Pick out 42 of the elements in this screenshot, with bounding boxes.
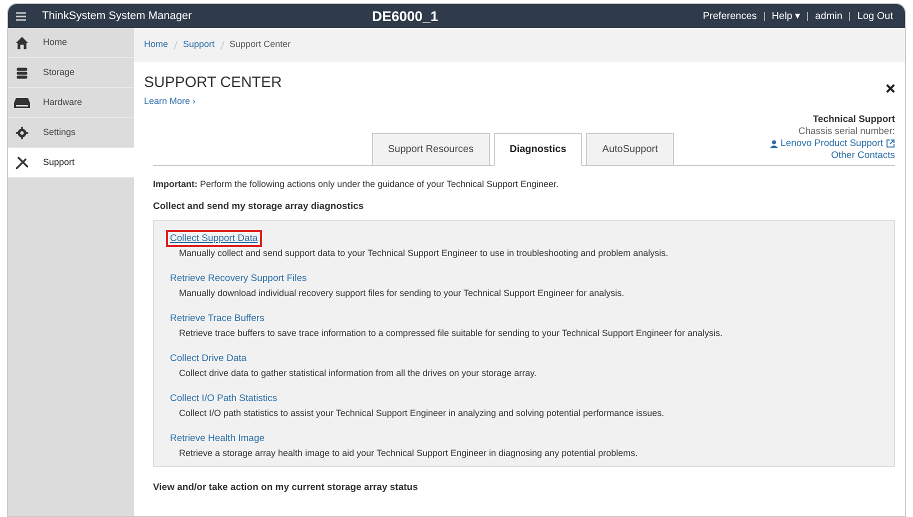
breadcrumb-link[interactable]: Support — [183, 38, 215, 52]
breadcrumb-link[interactable]: Home — [144, 38, 168, 52]
action-link[interactable]: Retrieve Health Image — [166, 430, 269, 448]
action-description: Collect drive data to gather statistical information from all the drives on your storage array. — [179, 367, 536, 380]
database-icon — [15, 66, 29, 80]
home-icon — [15, 36, 29, 50]
action-description: Manually collect and send support data to your Technical Support Engineer to use in troubleshooting and problem analysis. — [179, 247, 668, 260]
action-description: Manually download individual recovery support files for sending to your Technical Support Engineer for analysis. — [179, 287, 624, 300]
action-link[interactable]: Collect Drive Data — [166, 350, 251, 368]
breadcrumb-current: Support Center — [230, 38, 291, 52]
tab[interactable]: AutoSupport — [586, 132, 674, 166]
action-link[interactable]: Collect Support Data — [166, 230, 262, 248]
section-heading: Collect and send my storage array diagnostics — [153, 200, 365, 214]
action-description: Collect I/O path statistics to assist your Technical Support Engineer in analyzing and solving potential performance issues. — [179, 407, 664, 420]
sidebar-item[interactable]: Support — [8, 148, 134, 178]
drive-icon — [13, 96, 31, 110]
page-title: SUPPORT CENTER — [144, 74, 282, 92]
other-contacts-link[interactable]: Other Contacts — [831, 150, 895, 162]
technical-support-heading: Technical Support — [812, 114, 895, 126]
app-name: ThinkSystem System Manager — [42, 8, 193, 24]
action-link[interactable]: Retrieve Recovery Support Files — [166, 270, 311, 288]
external-link-icon — [886, 139, 895, 148]
header-link[interactable]: admin — [815, 8, 842, 24]
serial-number-label: Chassis serial number: — [798, 126, 895, 138]
action-description: Retrieve trace buffers to save trace information to a compressed file suitable for sending to your Technical Support Engineer for analysis. — [179, 327, 722, 340]
tab[interactable]: Support Resources — [372, 132, 490, 166]
person-icon — [770, 140, 778, 148]
header-link[interactable]: Help ▾ — [772, 8, 800, 24]
important-note: Important: Perform the following actions only under the guidance of your Technical Support Engineer. — [153, 178, 559, 188]
action-description: Retrieve a storage array health image to aid your Technical Support Engineer in diagnosing any potential problems. — [179, 447, 638, 460]
action-link[interactable]: Collect I/O Path Statistics — [166, 390, 282, 408]
close-icon[interactable] — [886, 84, 895, 93]
header-link[interactable]: Log Out — [857, 8, 893, 24]
menu-icon[interactable] — [16, 12, 26, 20]
product-support-link[interactable]: Lenovo Product Support — [780, 138, 883, 150]
settings-icon — [15, 126, 29, 140]
tab[interactable]: Diagnostics — [494, 132, 582, 166]
header-link[interactable]: Preferences — [702, 8, 757, 24]
section-heading: View and/or take action on my current storage array status — [153, 481, 419, 496]
system-name: DE6000_1 — [372, 6, 440, 26]
action-link[interactable]: Retrieve Trace Buffers — [166, 310, 268, 328]
learn-more-link[interactable]: Learn More › — [144, 95, 282, 108]
